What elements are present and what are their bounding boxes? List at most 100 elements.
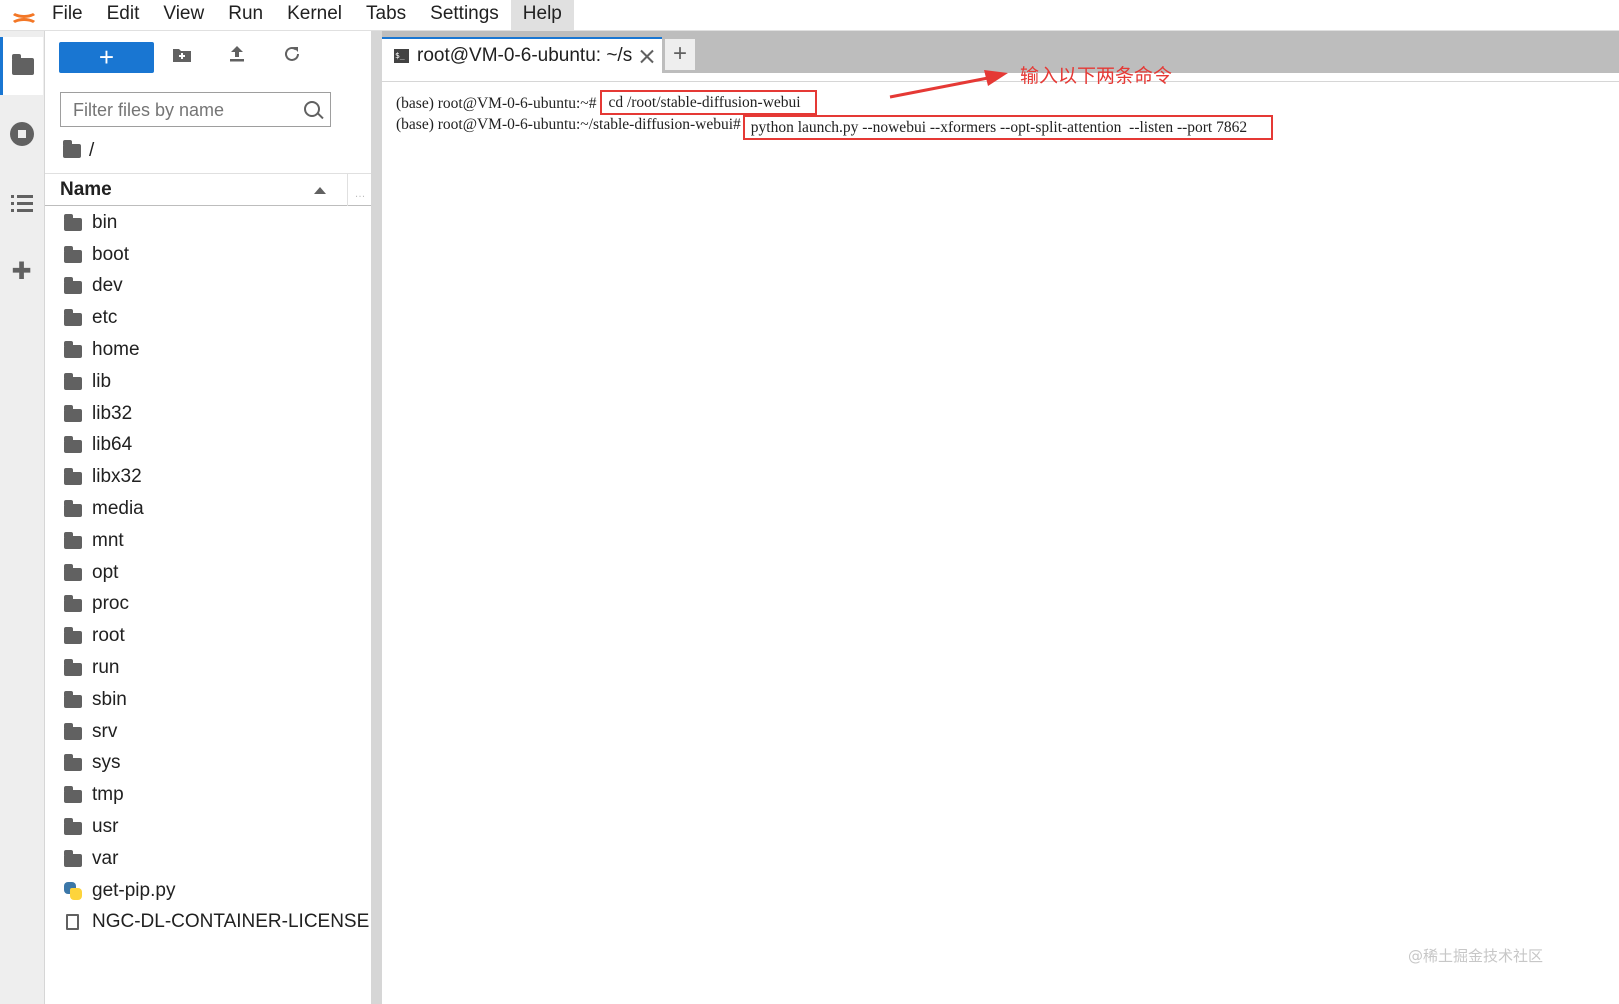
jupyter-logo-icon	[0, 0, 40, 30]
list-item[interactable]: NGC-DL-CONTAINER-LICENSE	[45, 907, 371, 939]
list-item[interactable]: bin	[45, 207, 371, 239]
new-folder-button[interactable]	[168, 43, 196, 71]
breadcrumb: /	[63, 139, 94, 163]
breadcrumb-root[interactable]: /	[89, 140, 94, 162]
list-icon	[10, 194, 33, 212]
list-item[interactable]: libx32	[45, 461, 371, 493]
folder-icon[interactable]	[63, 140, 81, 158]
list-item[interactable]: root	[45, 620, 371, 652]
list-item[interactable]: var	[45, 843, 371, 875]
folder-icon	[64, 277, 82, 295]
list-item-label: libx32	[92, 466, 142, 488]
menu-run[interactable]: Run	[216, 0, 275, 30]
filter-box	[60, 92, 331, 127]
panel-splitter[interactable]	[371, 31, 382, 1004]
file-browser-toolbar: +	[45, 31, 371, 83]
list-item[interactable]: boot	[45, 239, 371, 271]
list-item[interactable]: get-pip.py	[45, 875, 371, 907]
folder-icon	[12, 53, 34, 75]
list-item[interactable]: lib64	[45, 430, 371, 462]
extension-manager-tab[interactable]: ✚	[0, 243, 43, 301]
folder-icon	[64, 754, 82, 772]
menu-file[interactable]: File	[40, 0, 95, 30]
list-item[interactable]: home	[45, 334, 371, 366]
list-item-label: sbin	[92, 688, 127, 710]
watermark: @稀土掘金技术社区	[1408, 947, 1544, 965]
menu-tabs[interactable]: Tabs	[354, 0, 418, 30]
terminal-output[interactable]: (base) root@VM-0-6-ubuntu:~# cd /root/sta…	[396, 90, 1274, 140]
annotation-text: 输入以下两条命令	[1020, 65, 1173, 87]
folder-icon	[64, 818, 82, 836]
tab-bar: $_ root@VM-0-6-ubuntu: ~/s +	[382, 31, 1619, 73]
folder-icon	[64, 531, 82, 549]
folder-icon	[64, 372, 82, 390]
folder-icon	[64, 563, 82, 581]
list-item[interactable]: run	[45, 652, 371, 684]
column-resize-handle[interactable]: …	[347, 174, 372, 206]
list-item[interactable]: usr	[45, 811, 371, 843]
list-item[interactable]: lib32	[45, 398, 371, 430]
menu-kernel[interactable]: Kernel	[275, 0, 354, 30]
list-item-label: proc	[92, 593, 129, 615]
list-item-label: lib	[92, 370, 112, 392]
list-item-label: home	[92, 339, 140, 361]
list-item-label: srv	[92, 720, 118, 742]
list-item[interactable]: dev	[45, 271, 371, 303]
menu-view[interactable]: View	[151, 0, 216, 30]
list-item-label: etc	[92, 307, 118, 329]
list-item-label: lib32	[92, 402, 133, 424]
list-item[interactable]: lib	[45, 366, 371, 398]
folder-icon	[64, 404, 82, 422]
running-sessions-tab[interactable]	[0, 105, 43, 163]
annotation-arrow-icon	[889, 70, 1008, 99]
menu-settings[interactable]: Settings	[418, 0, 511, 30]
refresh-button[interactable]	[278, 43, 306, 71]
folder-icon	[64, 341, 82, 359]
upload-button[interactable]	[223, 43, 251, 71]
list-item[interactable]: sbin	[45, 684, 371, 716]
prompt: (base) root@VM-0-6-ubuntu:~/stable-diffu…	[396, 116, 741, 133]
add-tab-button[interactable]: +	[665, 39, 695, 70]
upload-icon	[230, 46, 244, 62]
table-of-contents-tab[interactable]	[0, 174, 43, 232]
close-icon[interactable]	[640, 49, 654, 63]
folder-icon	[64, 849, 82, 867]
sort-ascending-icon[interactable]	[314, 187, 326, 194]
filter-input[interactable]	[71, 97, 295, 123]
folder-icon	[64, 722, 82, 740]
list-item[interactable]: opt	[45, 557, 371, 589]
file-icon	[66, 914, 79, 931]
new-launcher-button[interactable]: +	[59, 42, 154, 73]
list-item-label: boot	[92, 243, 129, 265]
list-item[interactable]: proc	[45, 589, 371, 621]
folder-icon	[64, 245, 82, 263]
list-item-label: get-pip.py	[92, 879, 176, 901]
file-list: bin boot dev etc home lib lib32 lib64 libx32 medi…	[45, 207, 371, 938]
main-area: $_ root@VM-0-6-ubuntu: ~/s + (base) root…	[382, 31, 1619, 1004]
list-item-label: lib64	[92, 434, 133, 456]
list-item-label: mnt	[92, 529, 124, 551]
menu-edit[interactable]: Edit	[95, 0, 152, 30]
list-item-label: run	[92, 657, 120, 679]
list-item-label: media	[92, 498, 144, 520]
menu-help[interactable]: Help	[510, 0, 574, 30]
python-icon	[64, 881, 82, 900]
highlighted-command: python launch.py --nowebui --xformers --…	[742, 115, 1274, 140]
list-item[interactable]: etc	[45, 302, 371, 334]
stop-circle-icon	[9, 122, 34, 146]
folder-icon	[64, 213, 82, 231]
file-browser-tab[interactable]	[0, 37, 43, 95]
list-item[interactable]: tmp	[45, 779, 371, 811]
tab-terminal[interactable]: $_ root@VM-0-6-ubuntu: ~/s	[382, 37, 662, 73]
list-item[interactable]: media	[45, 493, 371, 525]
folder-icon	[64, 690, 82, 708]
list-item[interactable]: srv	[45, 716, 371, 748]
terminal-line: (base) root@VM-0-6-ubuntu:~/stable-diffu…	[396, 115, 1274, 140]
prompt: (base) root@VM-0-6-ubuntu:~#	[396, 95, 597, 112]
name-column-header[interactable]: Name	[60, 179, 112, 201]
list-item[interactable]: mnt	[45, 525, 371, 557]
terminal-icon: $_	[394, 49, 409, 63]
folder-icon	[64, 659, 82, 677]
list-item[interactable]: sys	[45, 748, 371, 780]
folder-icon	[64, 500, 82, 518]
